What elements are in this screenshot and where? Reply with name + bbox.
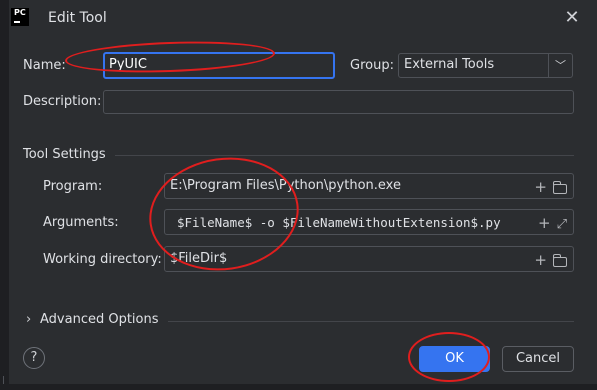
window-frame-left (0, 0, 9, 390)
advanced-options-toggle[interactable]: › Advanced Options (26, 312, 159, 327)
program-label: Program: (43, 179, 103, 194)
close-icon[interactable]: ✕ (562, 8, 582, 28)
program-input[interactable]: E:\Program Files\Python\python.exe + (164, 173, 574, 199)
name-input[interactable]: PyUIC (103, 52, 335, 79)
arguments-input[interactable]: $FileName$ -o $FileNameWithoutExtension$… (164, 209, 574, 235)
description-label: Description: (23, 94, 102, 109)
working-directory-actions: + (528, 251, 567, 269)
dialog-title: Edit Tool (48, 10, 107, 26)
tool-settings-divider (115, 155, 574, 156)
ok-button[interactable]: OK (419, 346, 490, 372)
advanced-options-divider (168, 321, 574, 322)
expand-icon[interactable]: ⤢ (557, 217, 567, 232)
chevron-down-icon[interactable]: ﹀ (548, 54, 572, 77)
arguments-label: Arguments: (43, 215, 119, 230)
plus-icon[interactable]: + (534, 178, 547, 196)
chevron-right-icon: › (26, 312, 32, 327)
plus-icon[interactable]: + (534, 251, 547, 269)
description-input[interactable] (103, 90, 574, 114)
plus-icon[interactable]: + (538, 214, 551, 232)
working-directory-input[interactable]: $FileDir$ + (164, 246, 574, 272)
program-actions: + (528, 178, 567, 196)
cancel-button[interactable]: Cancel (502, 346, 574, 372)
working-directory-value: $FileDir$ (170, 251, 228, 266)
tool-settings-heading: Tool Settings (23, 147, 106, 162)
name-label: Name: (23, 58, 66, 73)
folder-icon[interactable] (552, 251, 567, 269)
working-directory-label: Working directory: (43, 252, 162, 267)
arguments-actions: + ⤢ (528, 214, 567, 232)
group-select[interactable]: External Tools ﹀ (398, 53, 573, 78)
program-value: E:\Program Files\Python\python.exe (170, 178, 401, 193)
group-value: External Tools (404, 57, 495, 72)
pycharm-app-icon: PC (11, 8, 29, 26)
app-icon-text: PC (14, 8, 26, 17)
name-value: PyUIC (109, 57, 147, 72)
window-frame-bottom (0, 384, 597, 390)
group-label: Group: (350, 58, 394, 73)
help-icon[interactable]: ? (23, 347, 45, 369)
advanced-options-label: Advanced Options (40, 312, 159, 327)
arguments-value: $FileName$ -o $FileNameWithoutExtension$… (177, 215, 501, 230)
folder-icon[interactable] (552, 178, 567, 196)
